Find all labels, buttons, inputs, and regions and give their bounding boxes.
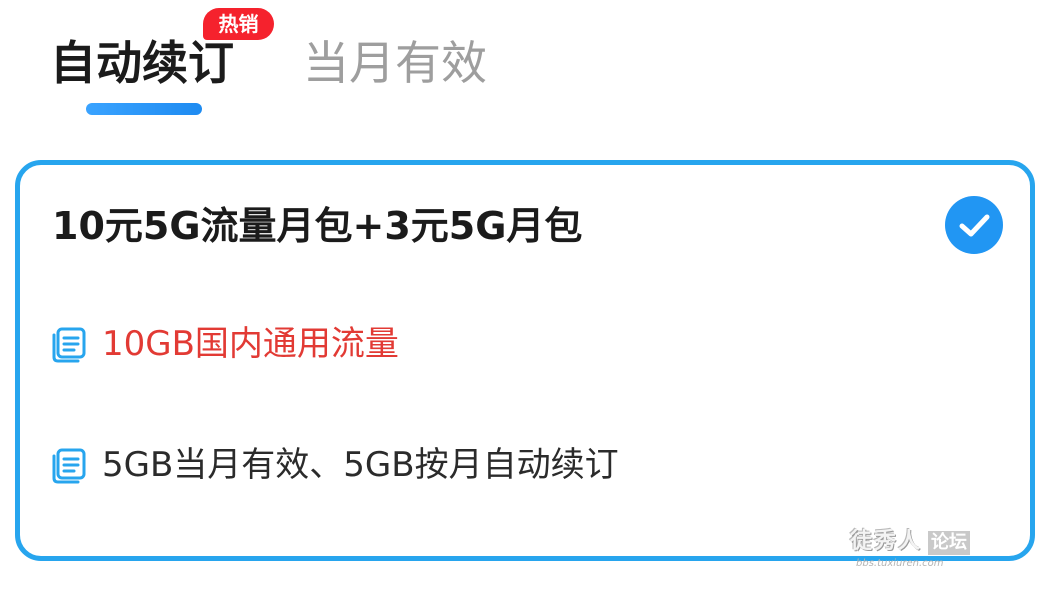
watermark-main-text: 徒秀人 [850,529,923,554]
feature-text: 10GB国内通用流量 [102,324,399,364]
package-list-icon [50,326,88,364]
watermark-box-text: 论坛 [928,531,971,555]
hot-sale-badge: 热销 [203,8,274,40]
forum-watermark: 徒秀人 论坛 bbs.tuxiuren.com [850,528,1010,578]
feature-text: 5GB当月有效、5GB按月自动续订 [102,445,619,485]
package-list-icon [50,447,88,485]
watermark-url: bbs.tuxiuren.com [856,558,944,569]
tab-current-month[interactable]: 当月有效 [303,28,487,98]
active-tab-indicator [86,103,202,115]
watermark-logo: 徒秀人 论坛 [850,528,971,556]
selected-check-icon[interactable] [945,196,1003,254]
plan-title: 10元5G流量月包+3元5G月包 [52,204,583,248]
